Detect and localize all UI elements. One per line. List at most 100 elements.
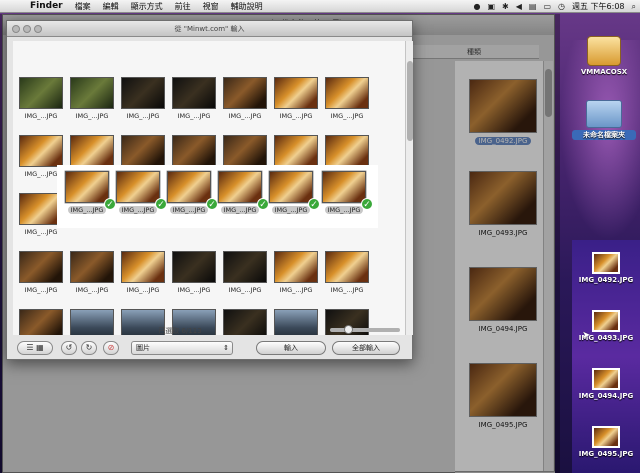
menu-window[interactable]: 視窗 (203, 1, 219, 12)
selected-count: 已選取 6/113 (158, 327, 202, 335)
import-all-button[interactable]: 全部輸入 (332, 341, 400, 355)
thumbnail-item[interactable]: IMG_...JPG (323, 251, 371, 307)
time-machine-icon[interactable]: ◷ (558, 2, 565, 11)
thumbnail-item[interactable]: IMG_...JPG (68, 77, 116, 133)
rotate-left-button[interactable]: ↺ (61, 341, 77, 355)
selected-thumbnail[interactable]: ✓ IMG_...JPG (216, 170, 269, 226)
thumbnail-item[interactable] (17, 309, 65, 335)
thumbnail-label: IMG_...JPG (228, 112, 262, 120)
battery-icon[interactable]: ▭ (543, 2, 551, 11)
menu-extras: ● ▣ ✱ ◀ ▤ ▭ ◷ 週五 下午6:08 ⌕ (473, 0, 636, 13)
bluetooth-icon[interactable]: ✱ (502, 2, 509, 11)
thumbnail-image (19, 77, 63, 109)
thumbnail-item[interactable]: IMG_...JPG (221, 77, 269, 133)
desktop-image-icon[interactable]: IMG_0492.JPG (574, 252, 638, 284)
thumbnail-image (274, 309, 318, 335)
thumbnail-label: IMG_...JPG (177, 286, 211, 294)
thumbnail-item[interactable]: IMG_...JPG (17, 251, 65, 307)
menu-edit[interactable]: 編輯 (103, 1, 119, 12)
menu-file[interactable]: 檔案 (75, 1, 91, 12)
thumbnail-image (172, 77, 216, 109)
selected-thumbnail[interactable]: ✓ IMG_...JPG (165, 170, 218, 226)
spotlight-icon[interactable]: ⌕ (632, 2, 636, 12)
thumbnail-item[interactable]: IMG_...JPG (170, 77, 218, 133)
desktop-image-icon[interactable]: IMG_0494.JPG (574, 368, 638, 400)
minimize-button[interactable] (23, 25, 31, 33)
thumbnail-item[interactable]: IMG_...JPG (323, 77, 371, 133)
thumbnail-image (167, 171, 211, 203)
thumbnail-label: IMG_...JPG (279, 112, 313, 120)
thumbnail-item[interactable]: IMG_...JPG (119, 251, 167, 307)
thumbnail-item[interactable]: IMG_...JPG (119, 77, 167, 133)
thumbnail-image (269, 171, 313, 203)
thumbnail-image (19, 309, 63, 335)
grid-scrollbar[interactable] (405, 41, 413, 335)
volume-icon[interactable]: ◀ (516, 2, 522, 11)
desktop-folder-icon[interactable]: 未命名檔案夾 (572, 100, 636, 140)
zoom-button[interactable] (34, 25, 42, 33)
import-destination-value: 圖片 (136, 344, 150, 352)
thumbnail-image (121, 77, 165, 109)
grid-scroll-thumb[interactable] (407, 61, 413, 141)
menu-app-finder[interactable]: Finder (30, 1, 63, 11)
menu-clock[interactable]: 週五 下午6:08 (572, 1, 625, 12)
thumbnail-image (116, 171, 160, 203)
thumbnail-label: IMG_...JPG (75, 112, 109, 120)
thumbnail-image (19, 135, 63, 167)
thumbnail-label: IMG_...JPG (324, 206, 364, 214)
thumbnail-image (19, 251, 63, 283)
display-icon[interactable]: ▣ (487, 2, 495, 11)
image-file-icon (592, 252, 620, 274)
thumbnail-label: IMG_...JPG (126, 112, 160, 120)
folder-label: 未命名檔案夾 (572, 130, 636, 140)
script-menu-icon[interactable]: ● (473, 2, 480, 11)
thumbnail-image (70, 309, 114, 335)
folder-icon (586, 100, 622, 128)
close-button[interactable] (12, 25, 20, 33)
thumbnail-item[interactable] (68, 309, 116, 335)
selected-thumbnail[interactable]: ✓ IMG_...JPG (114, 170, 167, 226)
rotate-right-button[interactable]: ↻ (81, 341, 97, 355)
delete-button[interactable]: ⊘ (103, 341, 119, 355)
thumbnail-image (223, 251, 267, 283)
thumbnail-image (70, 77, 114, 109)
thumbnail-label: IMG_...JPG (271, 206, 311, 214)
drive-icon (587, 36, 621, 66)
thumbnail-label: IMG_...JPG (24, 286, 58, 294)
thumbnail-image (121, 135, 165, 167)
thumbnail-item[interactable]: IMG_...JPG (221, 251, 269, 307)
image-file-icon (592, 426, 620, 448)
desktop-drive-icon[interactable]: VMMACOSX (572, 36, 636, 76)
thumbnail-item[interactable] (272, 309, 320, 335)
thumbnail-label: IMG_...JPG (126, 286, 160, 294)
import-destination-popup[interactable]: 圖片 ⇕ (131, 341, 233, 355)
selected-thumbnail[interactable]: ✓ IMG_...JPG (320, 170, 373, 226)
thumbnail-image (65, 171, 109, 203)
thumbnail-item[interactable]: IMG_...JPG (170, 251, 218, 307)
input-flag-icon[interactable]: ▤ (529, 2, 537, 11)
thumbnail-label: IMG_...JPG (24, 228, 58, 236)
thumbnail-size-slider[interactable] (330, 325, 400, 334)
view-mode-toggle[interactable]: ☰ ▦ (17, 341, 53, 355)
drive-label: VMMACOSX (580, 68, 628, 76)
thumbnail-item[interactable]: IMG_...JPG (272, 251, 320, 307)
slider-knob[interactable] (344, 325, 353, 334)
menu-help[interactable]: 輔助說明 (231, 1, 263, 12)
menu-view[interactable]: 顯示方式 (131, 1, 163, 12)
thumbnail-label: IMG_...JPG (24, 112, 58, 120)
desktop-image-icon[interactable]: IMG_0495.JPG (574, 426, 638, 458)
thumbnail-label: IMG_...JPG (330, 112, 364, 120)
thumbnail-image (325, 251, 369, 283)
thumbnail-image (322, 171, 366, 203)
selected-thumbnail[interactable]: ✓ IMG_...JPG (267, 170, 320, 226)
import-dialog-title: 從 "Minwt.com" 輸入 (7, 21, 412, 37)
selected-thumbnail[interactable]: ✓ IMG_...JPG (63, 170, 116, 226)
thumbnail-item[interactable]: IMG_...JPG (68, 251, 116, 307)
thumbnail-item[interactable]: IMG_...JPG (17, 77, 65, 133)
import-button[interactable]: 輸入 (256, 341, 326, 355)
thumbnail-item[interactable]: IMG_...JPG (272, 77, 320, 133)
thumbnail-image (274, 135, 318, 167)
thumbnail-label: IMG_...JPG (75, 286, 109, 294)
menu-go[interactable]: 前往 (175, 1, 191, 12)
thumbnail-label: IMG_...JPG (279, 286, 313, 294)
